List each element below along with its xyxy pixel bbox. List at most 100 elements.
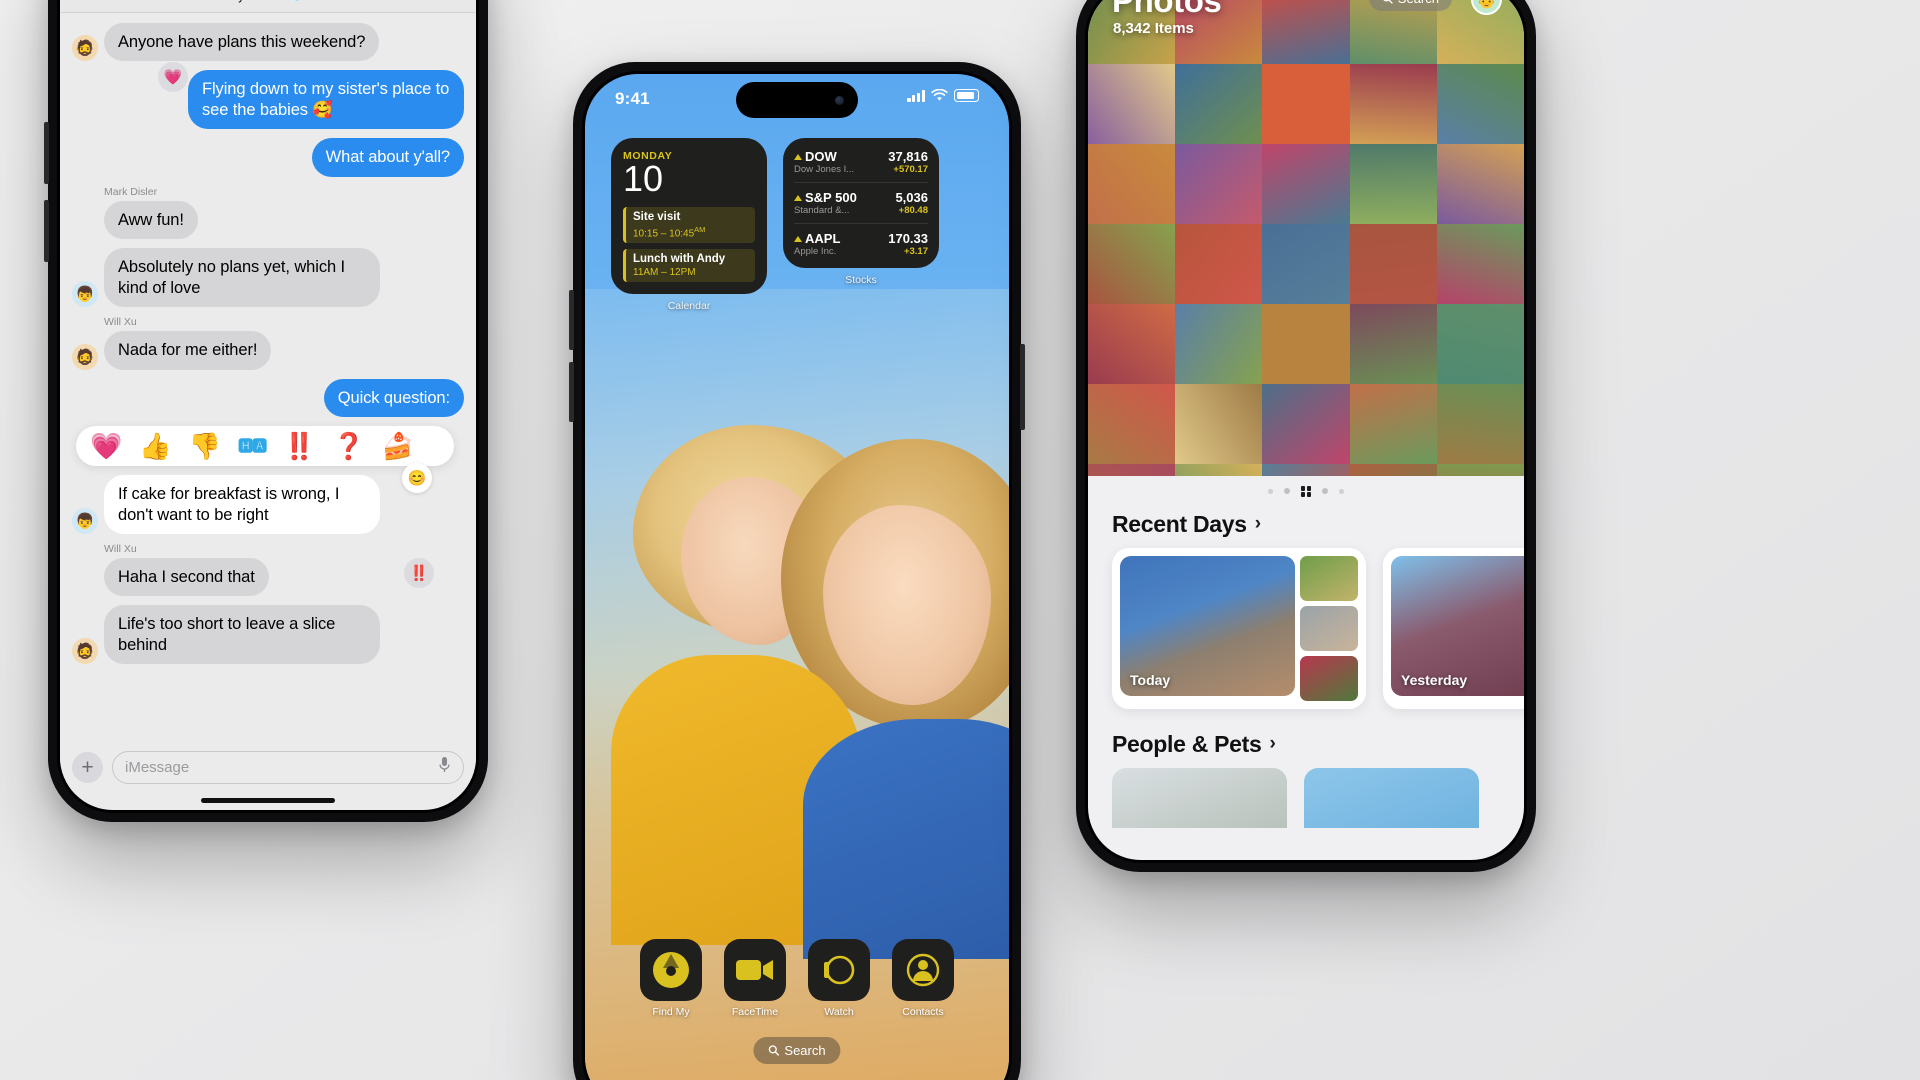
conversation-header: ‹ 🧔 👦 Silly Geese 🦢 › <box>60 0 476 13</box>
app-facetime[interactable]: FaceTime <box>724 939 786 1018</box>
photo-thumbnail[interactable] <box>1088 464 1176 476</box>
recent-day-card[interactable]: Yesterday <box>1383 547 1524 709</box>
photo-thumbnail[interactable] <box>1436 224 1524 304</box>
stock-row[interactable]: DOW 37,816 Dow Jones I... +570.17 <box>794 149 928 175</box>
pets-card[interactable] <box>1304 767 1479 828</box>
photo-thumbnail[interactable] <box>1088 64 1176 144</box>
message-bubble[interactable]: What about y'all? <box>311 138 464 177</box>
stock-row[interactable]: AAPL 170.33 Apple Inc. +3.17 <box>794 231 928 257</box>
people-pets-cards[interactable] <box>1088 767 1524 828</box>
message-bubble[interactable]: Flying down to my sister's place to see … <box>188 70 464 130</box>
page-dot[interactable] <box>1268 489 1273 494</box>
photo-thumbnail[interactable] <box>1262 384 1350 464</box>
calendar-event[interactable]: Site visit 10:15 – 10:45AM <box>623 206 755 244</box>
photo-thumbnail[interactable] <box>1262 224 1350 304</box>
message-bubble[interactable]: Absolutely no plans yet, which I kind of… <box>104 248 380 308</box>
photo-thumbnail[interactable] <box>1175 224 1263 304</box>
photo-thumbnail[interactable] <box>1436 64 1524 144</box>
tapback-option-cake[interactable]: 🍰 <box>382 433 414 459</box>
search-button[interactable]: Search <box>1368 0 1452 11</box>
stock-value: 37,816 <box>888 149 928 164</box>
photo-thumbnail[interactable] <box>1436 384 1524 464</box>
photo-thumbnail[interactable] <box>1349 304 1437 384</box>
power-button[interactable] <box>1020 344 1025 430</box>
app-find-my[interactable]: Find My <box>640 939 702 1018</box>
calendar-widget-label: Calendar <box>667 300 711 313</box>
photo-thumbnail[interactable] <box>1262 464 1350 476</box>
photo-thumbnail[interactable] <box>1175 304 1263 384</box>
tapback-option-thumbsdown[interactable]: 👎 <box>189 433 221 459</box>
photo-thumbnail[interactable] <box>1349 64 1437 144</box>
page-indicator[interactable] <box>1088 476 1524 501</box>
photo-thumbnail[interactable] <box>1262 304 1350 384</box>
photo-thumbnail[interactable] <box>1436 144 1524 224</box>
photo-thumbnail[interactable] <box>1175 384 1263 464</box>
messages-phone: ‹ 🧔 👦 Silly Geese 🦢 › <box>44 0 488 822</box>
card-photo: Today <box>1120 555 1295 696</box>
calendar-widget[interactable]: MONDAY 10 Site visit 10:15 – 10:45AM Lun… <box>611 138 767 295</box>
message-bubble[interactable]: Haha I second that <box>104 557 269 597</box>
tapback-picker[interactable]: 💗 👍 👎 🅷🅰 ‼️ ❓ 🍰 <box>76 426 454 467</box>
volume-down-button[interactable] <box>569 362 574 422</box>
calendar-day-number: 10 <box>623 158 664 199</box>
calendar-event[interactable]: Lunch with Andy 11AM – 12PM <box>623 249 755 283</box>
message-bubble[interactable]: Life's too short to leave a slice behind <box>104 605 380 665</box>
message-bubble[interactable]: Quick question: <box>323 378 464 418</box>
tapback-option-thumbsup[interactable]: 👍 <box>139 433 171 459</box>
grid-view-icon[interactable] <box>1300 486 1312 497</box>
profile-avatar[interactable]: 👵 <box>1471 0 1502 15</box>
tapback-option-question[interactable]: ❓ <box>333 433 365 459</box>
photo-thumbnail[interactable] <box>1349 224 1437 304</box>
people-card[interactable] <box>1112 767 1287 828</box>
app-contacts[interactable]: Contacts <box>892 939 954 1018</box>
message-bubble[interactable]: If cake for breakfast is wrong, I don't … <box>104 475 380 534</box>
imessage-input[interactable]: iMessage <box>112 751 464 784</box>
photo-thumbnail[interactable] <box>1088 384 1176 464</box>
photo-thumbnail[interactable] <box>1349 384 1437 464</box>
chevron-right-icon: › <box>1269 733 1276 755</box>
message-bubble[interactable]: Anyone have plans this weekend? <box>104 23 380 62</box>
message-bubble[interactable]: Nada for me either! <box>104 331 272 370</box>
chevron-right-icon: › <box>311 0 315 3</box>
search-button[interactable]: Search <box>753 1037 841 1064</box>
photo-thumbnail[interactable] <box>1175 64 1263 144</box>
recent-day-card[interactable]: Today <box>1112 547 1366 709</box>
photo-thumbnail[interactable] <box>1436 304 1524 384</box>
volume-button[interactable] <box>44 122 49 184</box>
conversation-title[interactable]: Silly Geese 🦢 › <box>74 0 462 4</box>
photo-grid[interactable] <box>1088 0 1524 476</box>
volume-button-down[interactable] <box>44 200 49 262</box>
page-dot[interactable] <box>1339 489 1344 494</box>
photo-thumbnail[interactable] <box>1088 144 1176 224</box>
tapback-exclaim[interactable]: ‼️ <box>404 557 434 588</box>
stock-change: +570.17 <box>893 164 928 175</box>
tapback-option-exclaim[interactable]: ‼️ <box>283 433 315 459</box>
conversation-name: Silly Geese 🦢 <box>221 0 305 3</box>
app-watch[interactable]: Watch <box>808 939 870 1018</box>
photo-thumbnail[interactable] <box>1262 144 1350 224</box>
photo-thumbnail[interactable] <box>1088 304 1176 384</box>
tapback-option-heart[interactable]: 💗 <box>90 433 122 459</box>
tapback-option-haha[interactable]: 🅷🅰 <box>238 439 267 454</box>
recent-days-header[interactable]: Recent Days › <box>1088 501 1524 548</box>
photo-thumbnail[interactable] <box>1436 464 1524 476</box>
attachment-plus-icon[interactable]: + <box>72 752 103 783</box>
recent-days-cards[interactable]: Today Yesterday <box>1088 547 1524 709</box>
message-bubble[interactable]: Aww fun! <box>104 200 198 240</box>
photo-thumbnail[interactable] <box>1175 464 1263 476</box>
volume-up-button[interactable] <box>569 290 574 350</box>
page-dot[interactable] <box>1283 488 1290 495</box>
photo-thumbnail[interactable] <box>1262 64 1350 144</box>
stock-row[interactable]: S&P 500 5,036 Standard &... +80.48 <box>794 190 928 216</box>
emoji-reply-icon[interactable]: 😊 <box>402 463 432 494</box>
photo-thumbnail[interactable] <box>1088 224 1176 304</box>
photo-thumbnail[interactable] <box>1349 464 1437 476</box>
page-dot[interactable] <box>1322 488 1329 495</box>
photo-thumbnail[interactable] <box>1349 144 1437 224</box>
photos-phone: Photos 8,342 Items Search 👵 <box>1076 0 1536 872</box>
stocks-widget[interactable]: DOW 37,816 Dow Jones I... +570.17 S&P 50… <box>783 138 939 268</box>
microphone-icon[interactable] <box>438 756 451 779</box>
photo-thumbnail[interactable] <box>1175 144 1263 224</box>
people-pets-header[interactable]: People & Pets › <box>1088 709 1524 768</box>
message-list[interactable]: 🧔 Anyone have plans this weekend? 💗 Flyi… <box>60 13 476 743</box>
